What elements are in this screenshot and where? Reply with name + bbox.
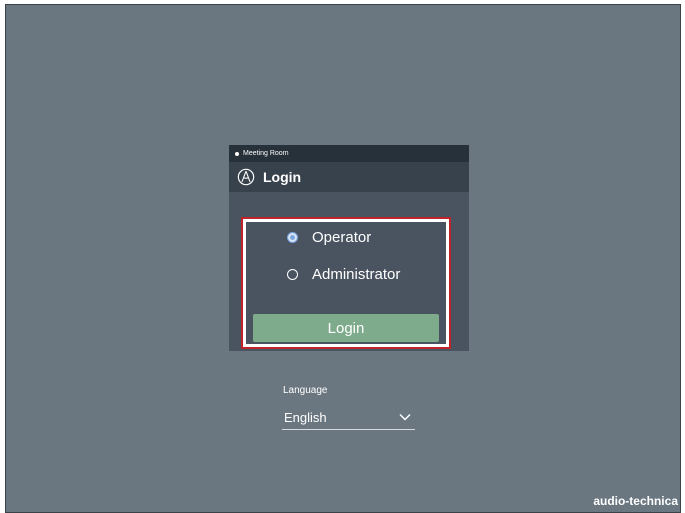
dialog-topbar: Meeting Room xyxy=(229,145,469,162)
radio-administrator-indicator[interactable] xyxy=(287,269,298,280)
login-button[interactable]: Login xyxy=(253,314,439,342)
brand-logo: audio-technica xyxy=(593,494,678,508)
language-label: Language xyxy=(283,385,328,396)
chevron-down-icon xyxy=(399,413,411,421)
status-dot-icon xyxy=(235,151,239,156)
dialog-header: Login xyxy=(229,162,469,192)
radio-administrator-label: Administrator xyxy=(312,266,401,283)
highlight-frame: Operator Administrator Login xyxy=(241,217,451,349)
audio-technica-logo-icon xyxy=(237,168,255,186)
login-options-panel: Operator Administrator Login xyxy=(246,222,446,344)
language-value: English xyxy=(284,409,327,425)
page-title: Login xyxy=(263,169,302,185)
radio-operator-label: Operator xyxy=(312,229,372,246)
radio-administrator[interactable]: Administrator xyxy=(287,266,400,283)
login-dialog: Meeting Room Login Operator Administrato… xyxy=(229,145,469,351)
radio-operator[interactable]: Operator xyxy=(287,229,371,246)
room-name: Meeting Room xyxy=(243,150,289,157)
radio-operator-indicator[interactable] xyxy=(287,232,298,243)
language-select[interactable]: English xyxy=(282,405,415,430)
app-screen: Meeting Room Login Operator Administrato… xyxy=(5,4,681,513)
